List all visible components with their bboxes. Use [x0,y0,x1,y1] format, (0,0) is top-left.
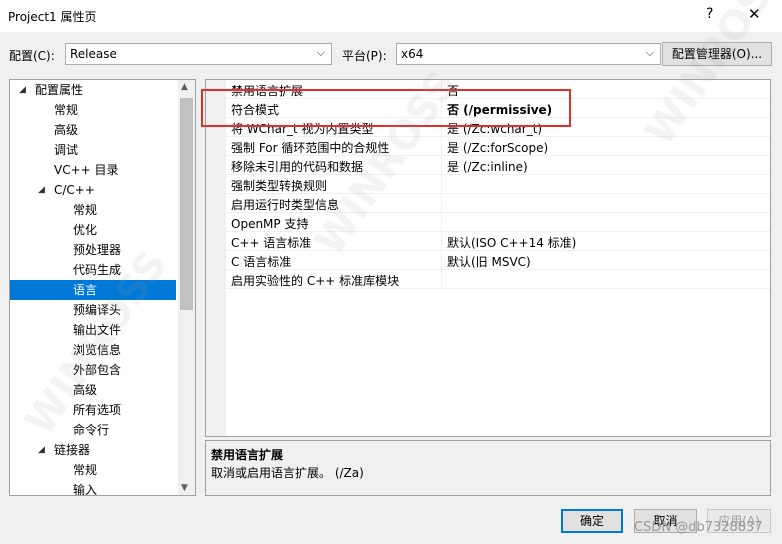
help-button[interactable]: ? [706,6,713,22]
tree-item[interactable]: 高级 [10,380,176,400]
tree-item-label: VC++ 目录 [54,163,119,177]
property-name: 启用实验性的 C++ 标准库模块 [231,274,400,288]
tree-item-label: 输入 [73,483,98,496]
tree-item-label: 配置属性 [35,83,84,97]
property-row[interactable]: 移除未引用的代码和数据 是 (/Zc:inline) [206,156,770,175]
column-divider [441,232,442,250]
tree-item-label: 命令行 [73,423,110,437]
config-label: 配置(C): [9,49,55,63]
tree-scrollbar[interactable]: ▲ ▼ [178,80,195,495]
platform-dropdown[interactable]: x64 ⌵ [396,43,661,65]
tree-item-label: 调试 [54,143,79,157]
config-value: Release [70,47,117,61]
property-row[interactable]: 启用运行时类型信息 [206,194,770,213]
highlight-annotation [201,89,571,127]
tree-item-label: 高级 [73,383,98,397]
property-tree[interactable]: ▲ ▼ ◢ 配置属性 常规 高级 调试 VC++ 目录 ◢ C/C++ 常规 优化 预处理器 代码生成… [9,79,196,496]
tree-item-label: 常规 [54,103,79,117]
column-divider [441,270,442,288]
property-row[interactable]: C++ 语言标准 默认(ISO C++14 标准) [206,232,770,251]
tree-item[interactable]: 语言 [10,280,176,300]
tree-item[interactable]: 代码生成 [10,260,176,280]
tree-item-label: 常规 [73,463,98,477]
property-name: 强制类型转换规则 [231,179,328,193]
description-title: 禁用语言扩展 [211,448,284,462]
tree-item-label: 代码生成 [73,263,122,277]
tree-item[interactable]: 输出文件 [10,320,176,340]
ok-button[interactable]: 确定 [561,509,623,533]
tree-item[interactable]: 预处理器 [10,240,176,260]
tree-item-label: 预处理器 [73,243,122,257]
property-row[interactable]: 强制类型转换规则 [206,175,770,194]
column-divider [441,251,442,269]
tree-item[interactable]: 常规 [10,200,176,220]
footer-watermark: CSDN @db7328837 [634,520,763,535]
tree-item-label: 外部包含 [73,363,122,377]
tree-item[interactable]: 浏览信息 [10,340,176,360]
tree-item-label: 语言 [73,283,98,297]
title-bar: Project1 属性页 ? ✕ [0,0,782,32]
platform-value: x64 [401,47,424,61]
tree-item-label: 浏览信息 [73,343,122,357]
tree-item[interactable]: 输入 [10,480,176,496]
close-button[interactable]: ✕ [748,5,761,23]
property-name: C 语言标准 [231,255,292,269]
tree-item[interactable]: 调试 [10,140,176,160]
property-name: 启用运行时类型信息 [231,198,340,212]
property-name: C++ 语言标准 [231,236,312,250]
window-title: Project1 属性页 [8,10,97,24]
column-divider [441,213,442,231]
chevron-down-icon: ⌵ [316,46,325,59]
description-panel: 禁用语言扩展 取消或启用语言扩展。 (/Za) [205,440,771,496]
tree-item[interactable]: 命令行 [10,420,176,440]
tree-item[interactable]: 常规 [10,460,176,480]
property-value[interactable]: 是 (/Zc:inline) [447,158,528,175]
property-value[interactable]: 是 (/Zc:forScope) [447,139,548,156]
expand-toggle-icon[interactable]: ◢ [38,180,45,200]
tree-item[interactable]: ◢ 配置属性 [10,80,176,100]
property-row[interactable]: C 语言标准 默认(旧 MSVC) [206,251,770,270]
tree-item-label: 高级 [54,123,79,137]
column-divider [441,156,442,174]
property-name: 强制 For 循环范围中的合规性 [231,141,390,155]
column-divider [441,194,442,212]
tree-item-label: 输出文件 [73,323,122,337]
tree-item-label: 链接器 [54,443,91,457]
tree-item[interactable]: VC++ 目录 [10,160,176,180]
column-divider [441,175,442,193]
chevron-down-icon: ⌵ [645,46,654,59]
platform-label: 平台(P): [342,49,387,63]
expand-toggle-icon[interactable]: ◢ [19,80,26,100]
property-name: OpenMP 支持 [231,217,309,231]
tree-item-label: C/C++ [54,183,95,197]
property-value[interactable]: 默认(旧 MSVC) [447,253,531,270]
property-row[interactable]: OpenMP 支持 [206,213,770,232]
scrollbar-thumb[interactable] [180,98,193,310]
column-divider [441,137,442,155]
property-grid: 禁用语言扩展否符合模式否 (/permissive) 将 WChar_t 视为内置… [205,79,771,437]
tree-item-label: 常规 [73,203,98,217]
tree-item[interactable]: 常规 [10,100,176,120]
tree-item[interactable]: ◢ 链接器 [10,440,176,460]
config-dropdown[interactable]: Release ⌵ [65,43,332,65]
tree-item[interactable]: 高级 [10,120,176,140]
tree-item[interactable]: 所有选项 [10,400,176,420]
tree-item[interactable]: ◢ C/C++ [10,180,176,200]
expand-toggle-icon[interactable]: ◢ [38,440,45,460]
tree-item-label: 所有选项 [73,403,122,417]
description-text: 取消或启用语言扩展。 (/Za) [211,466,364,480]
property-row[interactable]: 启用实验性的 C++ 标准库模块 [206,270,770,289]
tree-item[interactable]: 预编译头 [10,300,176,320]
property-row[interactable]: 强制 For 循环范围中的合规性 是 (/Zc:forScope) [206,137,770,156]
tree-item-label: 优化 [73,223,98,237]
scroll-up-icon[interactable]: ▲ [181,82,188,92]
tree-item[interactable]: 外部包含 [10,360,176,380]
property-value[interactable]: 默认(ISO C++14 标准) [447,234,576,251]
property-name: 移除未引用的代码和数据 [231,160,364,174]
tree-item[interactable]: 优化 [10,220,176,240]
scroll-down-icon[interactable]: ▼ [181,483,188,493]
config-manager-button[interactable]: 配置管理器(O)... [662,42,772,66]
tree-item-label: 预编译头 [73,303,122,317]
